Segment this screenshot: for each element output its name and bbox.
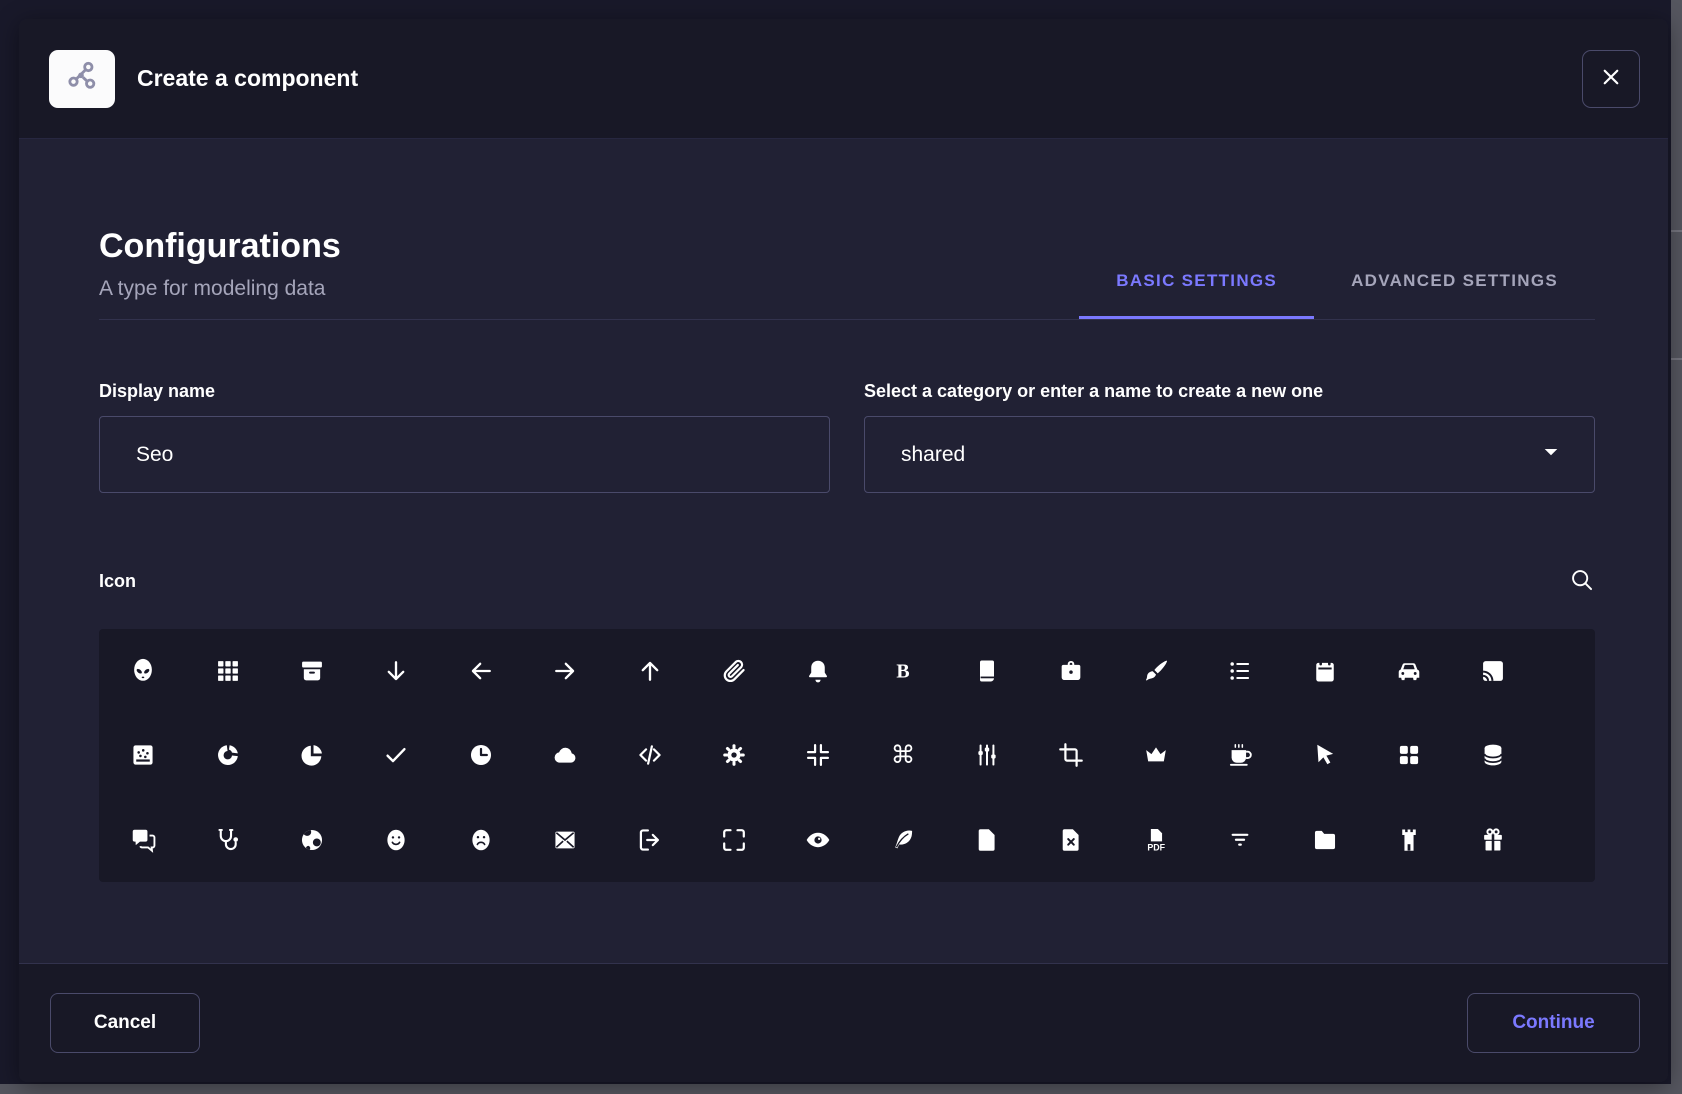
earth-icon[interactable] [270, 798, 354, 882]
arrow-down-icon[interactable] [354, 629, 438, 713]
create-component-modal: Create a component Configurations A type… [19, 19, 1668, 1082]
crown-icon[interactable] [1114, 713, 1198, 797]
modal-footer: Cancel Continue [19, 963, 1668, 1082]
cursor-icon[interactable] [1282, 713, 1366, 797]
svg-text:B: B [896, 661, 909, 683]
bullet-list-icon[interactable] [1198, 629, 1282, 713]
gift-icon[interactable] [1451, 798, 1535, 882]
emotion-happy-icon[interactable] [354, 798, 438, 882]
clock-icon[interactable] [439, 713, 523, 797]
page-scrollbar-divider [1671, 230, 1682, 232]
gate-icon[interactable] [1367, 798, 1451, 882]
calendar-icon[interactable] [1282, 629, 1366, 713]
sliders-icon[interactable] [945, 713, 1029, 797]
continue-button[interactable]: Continue [1467, 993, 1640, 1053]
dashboard-icon[interactable] [1367, 713, 1451, 797]
cancel-button[interactable]: Cancel [50, 993, 200, 1053]
icon-search-button[interactable] [1568, 567, 1595, 595]
exit-icon[interactable] [607, 798, 691, 882]
modal-title: Create a component [137, 65, 358, 92]
emotion-unhappy-icon[interactable] [439, 798, 523, 882]
search-icon [1568, 566, 1595, 596]
tab-advanced-settings[interactable]: ADVANCED SETTINGS [1314, 271, 1595, 319]
doctor-icon[interactable] [185, 798, 269, 882]
cloud-icon[interactable] [523, 713, 607, 797]
collapse-icon[interactable] [776, 713, 860, 797]
svg-text:PDF: PDF [1147, 842, 1165, 852]
file-pdf-icon[interactable]: PDF [1114, 798, 1198, 882]
section-title: Configurations [99, 225, 341, 267]
display-name-field: Display name [99, 380, 830, 493]
check-icon[interactable] [354, 713, 438, 797]
section-subtitle: A type for modeling data [99, 275, 341, 303]
category-select[interactable]: shared [864, 416, 1595, 493]
category-field: Select a category or enter a name to cre… [864, 380, 1595, 493]
modal-body: Configurations A type for modeling data … [19, 139, 1668, 963]
expand-icon[interactable] [692, 798, 776, 882]
tab-basic-settings[interactable]: BASIC SETTINGS [1079, 271, 1314, 319]
filter-icon[interactable] [1198, 798, 1282, 882]
feather-icon[interactable] [861, 798, 945, 882]
arrow-right-icon[interactable] [523, 629, 607, 713]
page: { "modal": { "title": "Create a componen… [0, 0, 1682, 1094]
arrow-left-icon[interactable] [439, 629, 523, 713]
command-icon[interactable]: ⌘ [861, 713, 945, 797]
component-icon [62, 56, 102, 101]
cast-icon[interactable] [1451, 629, 1535, 713]
database-icon[interactable] [1451, 713, 1535, 797]
briefcase-icon[interactable] [1029, 629, 1113, 713]
chart-bubble-icon[interactable] [101, 713, 185, 797]
file-error-icon[interactable] [1029, 798, 1113, 882]
form-row: Display name Select a category or enter … [99, 380, 1595, 493]
archive-icon[interactable] [270, 629, 354, 713]
category-label: Select a category or enter a name to cre… [864, 380, 1595, 402]
icon-grid: B ⌘ PDF [99, 629, 1595, 882]
eye-icon[interactable] [776, 798, 860, 882]
caret-down-icon [1538, 439, 1564, 471]
attachment-icon[interactable] [692, 629, 776, 713]
section-head: Configurations A type for modeling data … [99, 225, 1595, 320]
bold-icon[interactable]: B [861, 629, 945, 713]
svg-text:⌘: ⌘ [890, 741, 915, 769]
folder-icon[interactable] [1282, 798, 1366, 882]
arrow-up-icon[interactable] [607, 629, 691, 713]
close-icon [1598, 64, 1624, 93]
brush-icon[interactable] [1114, 629, 1198, 713]
settings-tabs: BASIC SETTINGS ADVANCED SETTINGS [1079, 271, 1595, 319]
chart-circle-icon[interactable] [185, 713, 269, 797]
icon-section-label: Icon [99, 571, 136, 592]
discuss-icon[interactable] [101, 798, 185, 882]
alien-icon[interactable] [101, 629, 185, 713]
envelop-icon[interactable] [523, 798, 607, 882]
code-icon[interactable] [607, 713, 691, 797]
file-icon[interactable] [945, 798, 1029, 882]
crop-icon[interactable] [1029, 713, 1113, 797]
cup-icon[interactable] [1198, 713, 1282, 797]
display-name-input[interactable] [99, 416, 830, 493]
category-selected-value: shared [901, 443, 965, 467]
modal-header: Create a component [19, 19, 1668, 139]
display-name-label: Display name [99, 380, 830, 402]
car-icon[interactable] [1367, 629, 1451, 713]
section-titles: Configurations A type for modeling data [99, 225, 341, 319]
close-button[interactable] [1582, 50, 1640, 108]
bell-icon[interactable] [776, 629, 860, 713]
component-icon-box [49, 50, 115, 108]
icon-picker-head: Icon [99, 567, 1595, 595]
cog-icon[interactable] [692, 713, 776, 797]
page-scrollbar-divider [1671, 358, 1682, 360]
chart-pie-icon[interactable] [270, 713, 354, 797]
apps-icon[interactable] [185, 629, 269, 713]
book-icon[interactable] [945, 629, 1029, 713]
